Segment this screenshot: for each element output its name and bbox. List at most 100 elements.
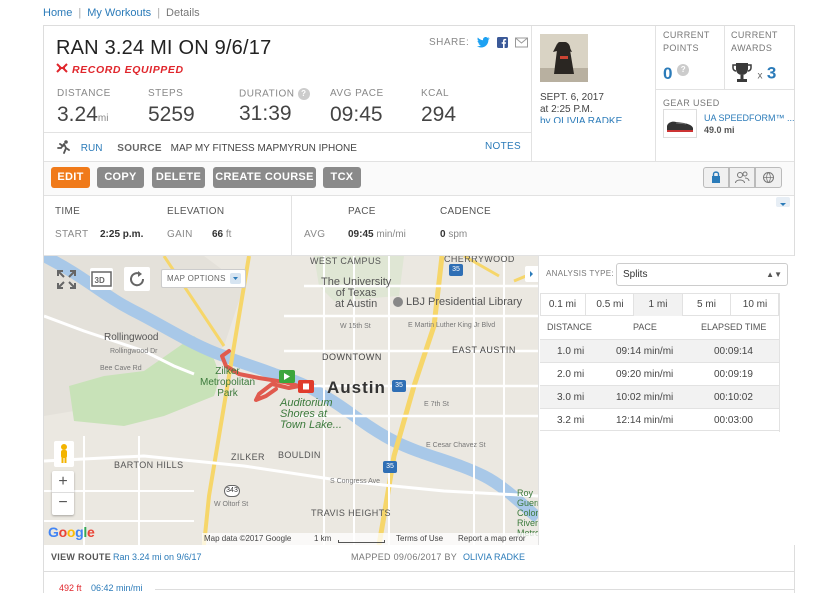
gear-distance: 49.0 mi (704, 125, 735, 135)
map-label: TRAVIS HEIGHTS (311, 508, 391, 518)
highway-shield: 35 (449, 264, 463, 276)
scale-bar (338, 540, 385, 543)
divider (531, 26, 532, 161)
stat-label: DISTANCE (57, 88, 111, 99)
split-elapsed: 00:10:02 (714, 392, 753, 403)
divider (655, 26, 656, 161)
gain-unit: ft (225, 229, 232, 240)
zoom-in-button[interactable]: + (52, 471, 74, 493)
divider (44, 132, 531, 133)
map-label: Colorado (517, 508, 538, 518)
cadence-label: CADENCE (440, 206, 491, 217)
tab-1-mi[interactable]: 1 mi (634, 294, 683, 316)
map-label: River M (517, 518, 538, 528)
map-label: CHERRYWOOD (444, 256, 515, 264)
tab-0-1-mi[interactable]: 0.1 mi (540, 294, 586, 316)
map-label: DOWNTOWN (322, 352, 382, 362)
help-icon[interactable]: ? (677, 64, 690, 76)
map-options-dropdown[interactable]: MAP OPTIONS (161, 269, 246, 288)
delete-button[interactable]: DELETE (152, 167, 205, 188)
copy-button[interactable]: COPY (97, 167, 144, 188)
map-terms-link[interactable]: Terms of Use (396, 533, 443, 545)
create-course-button[interactable]: CREATE COURSE (213, 167, 316, 188)
map-poi-ut: The University of Texas at Austin (321, 277, 391, 310)
workout-datetime: SEPT. 6, 2017 at 2:25 P.M. by OLIVIA RAD… (540, 92, 622, 123)
gear-name-link[interactable]: UA SPEEDFORM™ ... (704, 113, 795, 123)
tab-10-mi[interactable]: 10 mi (731, 294, 779, 316)
avatar[interactable] (540, 34, 588, 82)
replay-route-icon[interactable] (124, 267, 150, 291)
email-icon[interactable] (515, 37, 529, 48)
edit-button[interactable]: EDIT (51, 167, 90, 188)
view-route-link[interactable]: Ran 3.24 mi on 9/6/17 (113, 545, 202, 569)
route-start-marker[interactable] (279, 370, 295, 383)
tcx-button[interactable]: TCX (323, 167, 361, 188)
privacy-lock-icon[interactable] (703, 167, 729, 188)
cadence-unit: spm (448, 229, 468, 240)
map-label: Metropolitan (200, 377, 256, 388)
stat-label: DURATION (239, 88, 295, 100)
tab-5-mi[interactable]: 5 mi (683, 294, 731, 316)
map-label: W 15th St (340, 323, 371, 330)
shoe-image[interactable] (663, 109, 697, 138)
table-row: 1.0 mi 09:14 min/mi 00:09:14 (540, 339, 779, 362)
highway-shield: 35 (392, 380, 406, 392)
help-icon[interactable]: ? (297, 88, 310, 100)
split-elapsed: 00:09:19 (714, 369, 753, 380)
highway-shield: 35 (383, 461, 397, 473)
breadcrumb-workouts-link[interactable]: My Workouts (87, 7, 151, 19)
elevation-pace-chart: 492 ft 06:42 min/mi (43, 571, 795, 593)
elevation-readout: 492 ft (59, 583, 82, 593)
3d-view-icon[interactable]: 3D (90, 268, 113, 290)
workout-time: at 2:25 P.M. (540, 104, 593, 115)
split-distance: 2.0 mi (557, 369, 585, 380)
pace-readout: 06:42 min/mi (91, 583, 143, 593)
map-label: BOULDIN (278, 450, 321, 460)
route-map[interactable]: WEST CAMPUS CHERRYWOOD The University of … (44, 256, 538, 545)
workout-user-link[interactable]: by OLIVIA RADKE (540, 116, 622, 123)
awards-label: CURRENT AWARDS (731, 30, 778, 53)
pegman-icon[interactable] (54, 441, 74, 467)
globe-icon[interactable] (755, 167, 782, 188)
gain-value: 66 (212, 229, 224, 240)
breadcrumb-home-link[interactable]: Home (43, 7, 72, 19)
map-label: Bee Cave Rd (100, 365, 142, 372)
expand-metrics-icon[interactable] (776, 197, 790, 207)
stat-kcal: KCAL 294 (421, 88, 456, 127)
map-report-link[interactable]: Report a map error (458, 533, 526, 545)
facebook-icon[interactable] (496, 37, 508, 48)
zoom-out-button[interactable]: − (52, 493, 74, 515)
record-equipped-logo: RECORD EQUIPPED (56, 63, 206, 78)
google-logo: Google (48, 524, 95, 540)
avg-label: AVG (304, 229, 326, 240)
mapped-by-link[interactable]: OLIVIA RADKE (463, 545, 525, 569)
map-label: E 7th St (424, 401, 449, 408)
map-scale: 1 km (314, 534, 332, 543)
stat-distance: DISTANCE 3.24mi (57, 88, 111, 127)
route-end-marker[interactable] (298, 380, 314, 393)
activity-type-link[interactable]: RUN (81, 143, 103, 154)
expand-panel-icon[interactable] (525, 266, 538, 282)
cadence-value: 0 (440, 229, 446, 240)
chevron-down-icon (230, 273, 241, 284)
map-poi-lbj: LBJ Presidential Library (393, 296, 522, 308)
column-header: PACE (633, 322, 657, 332)
points-label: CURRENT POINTS (663, 30, 710, 53)
metrics-box (44, 196, 794, 256)
svg-text:3D: 3D (95, 276, 105, 285)
twitter-icon[interactable] (476, 37, 490, 48)
map-label: at Austin (335, 298, 378, 310)
divider (724, 26, 725, 89)
map-label: Rollingwood Dr (110, 348, 158, 355)
map-label: E Cesar Chavez St (426, 442, 486, 449)
split-elapsed: 00:03:00 (714, 415, 753, 426)
notes-link[interactable]: NOTES (485, 141, 521, 152)
stat-value: 3.24 (57, 103, 98, 126)
tab-0-5-mi[interactable]: 0.5 mi (587, 294, 634, 316)
map-label: ZILKER (231, 452, 265, 462)
analysis-type-select[interactable]: Splits ▲▼ (616, 263, 788, 286)
fullscreen-icon[interactable] (56, 269, 77, 290)
friends-icon[interactable] (729, 167, 755, 188)
divider (779, 293, 780, 432)
stat-value: 31:39 (239, 102, 292, 125)
